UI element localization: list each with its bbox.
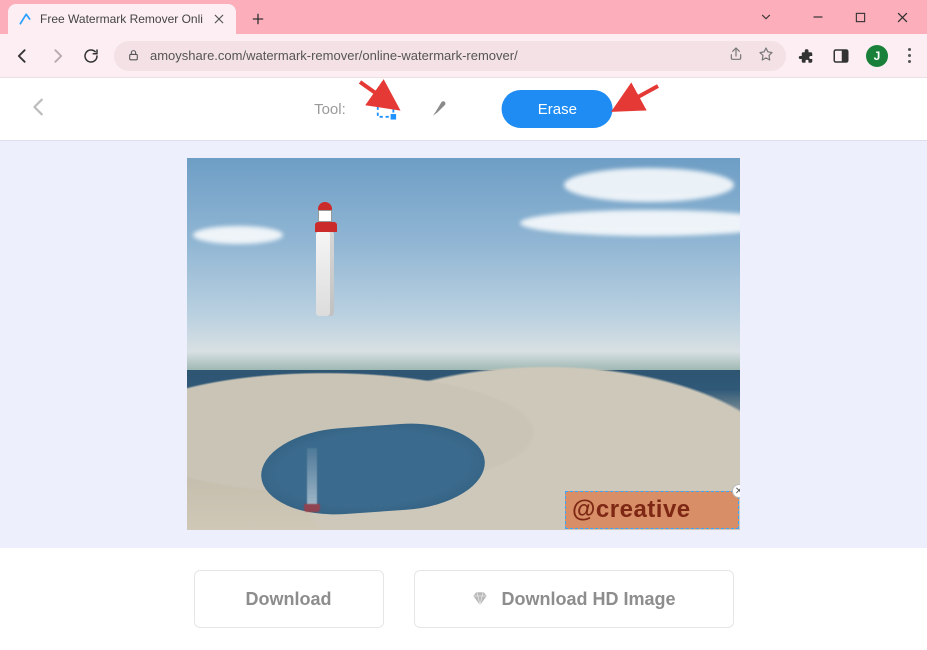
side-panel-icon[interactable] [832,47,850,65]
share-icon[interactable] [728,46,744,65]
tab-favicon [18,12,32,26]
tool-group: Tool: Erase [314,90,613,128]
tab-close-icon[interactable] [212,12,226,26]
extensions-icon[interactable] [798,47,816,65]
window-minimize-icon[interactable] [811,10,825,24]
download-actions: Download Download HD Image [0,548,927,650]
app-toolbar: Tool: Erase [0,78,927,140]
browser-tab-active[interactable]: Free Watermark Remover Onli [8,4,236,34]
download-button-label: Download [246,589,332,610]
tab-title: Free Watermark Remover Onli [40,12,204,26]
erase-button-label: Erase [538,101,577,118]
browser-toolbar: amoyshare.com/watermark-remover/online-w… [0,34,927,78]
browser-menu-icon[interactable] [904,44,915,67]
browser-titlebar: Free Watermark Remover Onli [0,0,927,34]
new-tab-button[interactable] [244,5,272,33]
profile-avatar[interactable]: J [866,45,888,67]
url-text: amoyshare.com/watermark-remover/online-w… [150,48,718,63]
image-canvas[interactable]: @creative ✕ [187,158,740,530]
window-close-icon[interactable] [895,10,909,24]
nav-forward-icon[interactable] [46,45,68,67]
erase-button[interactable]: Erase [502,90,613,128]
watermark-text: @creative [572,496,691,524]
omnibox-actions [728,46,774,65]
nav-back-icon[interactable] [12,45,34,67]
download-hd-button-label: Download HD Image [501,589,675,610]
address-bar[interactable]: amoyshare.com/watermark-remover/online-w… [114,41,786,71]
diamond-icon [471,590,489,608]
brush-tool-icon[interactable] [426,95,454,123]
tab-search-icon[interactable] [759,10,773,24]
window-controls [759,0,927,28]
bookmark-star-icon[interactable] [758,46,774,65]
tool-static-label: Tool: [314,101,346,118]
lighthouse-image-feature [315,202,335,312]
download-hd-button[interactable]: Download HD Image [414,570,734,628]
app-back-button[interactable] [28,96,50,123]
selection-close-icon[interactable]: ✕ [732,484,740,498]
annotation-arrow-right [608,80,664,120]
window-maximize-icon[interactable] [853,10,867,24]
select-rectangle-tool-icon[interactable] [372,95,400,123]
lock-icon [126,49,140,63]
watermark-selection[interactable]: @creative ✕ [565,491,739,529]
editor-stage: @creative ✕ [0,140,927,548]
download-button[interactable]: Download [194,570,384,628]
nav-reload-icon[interactable] [80,45,102,67]
extensions-row: J [798,44,915,67]
